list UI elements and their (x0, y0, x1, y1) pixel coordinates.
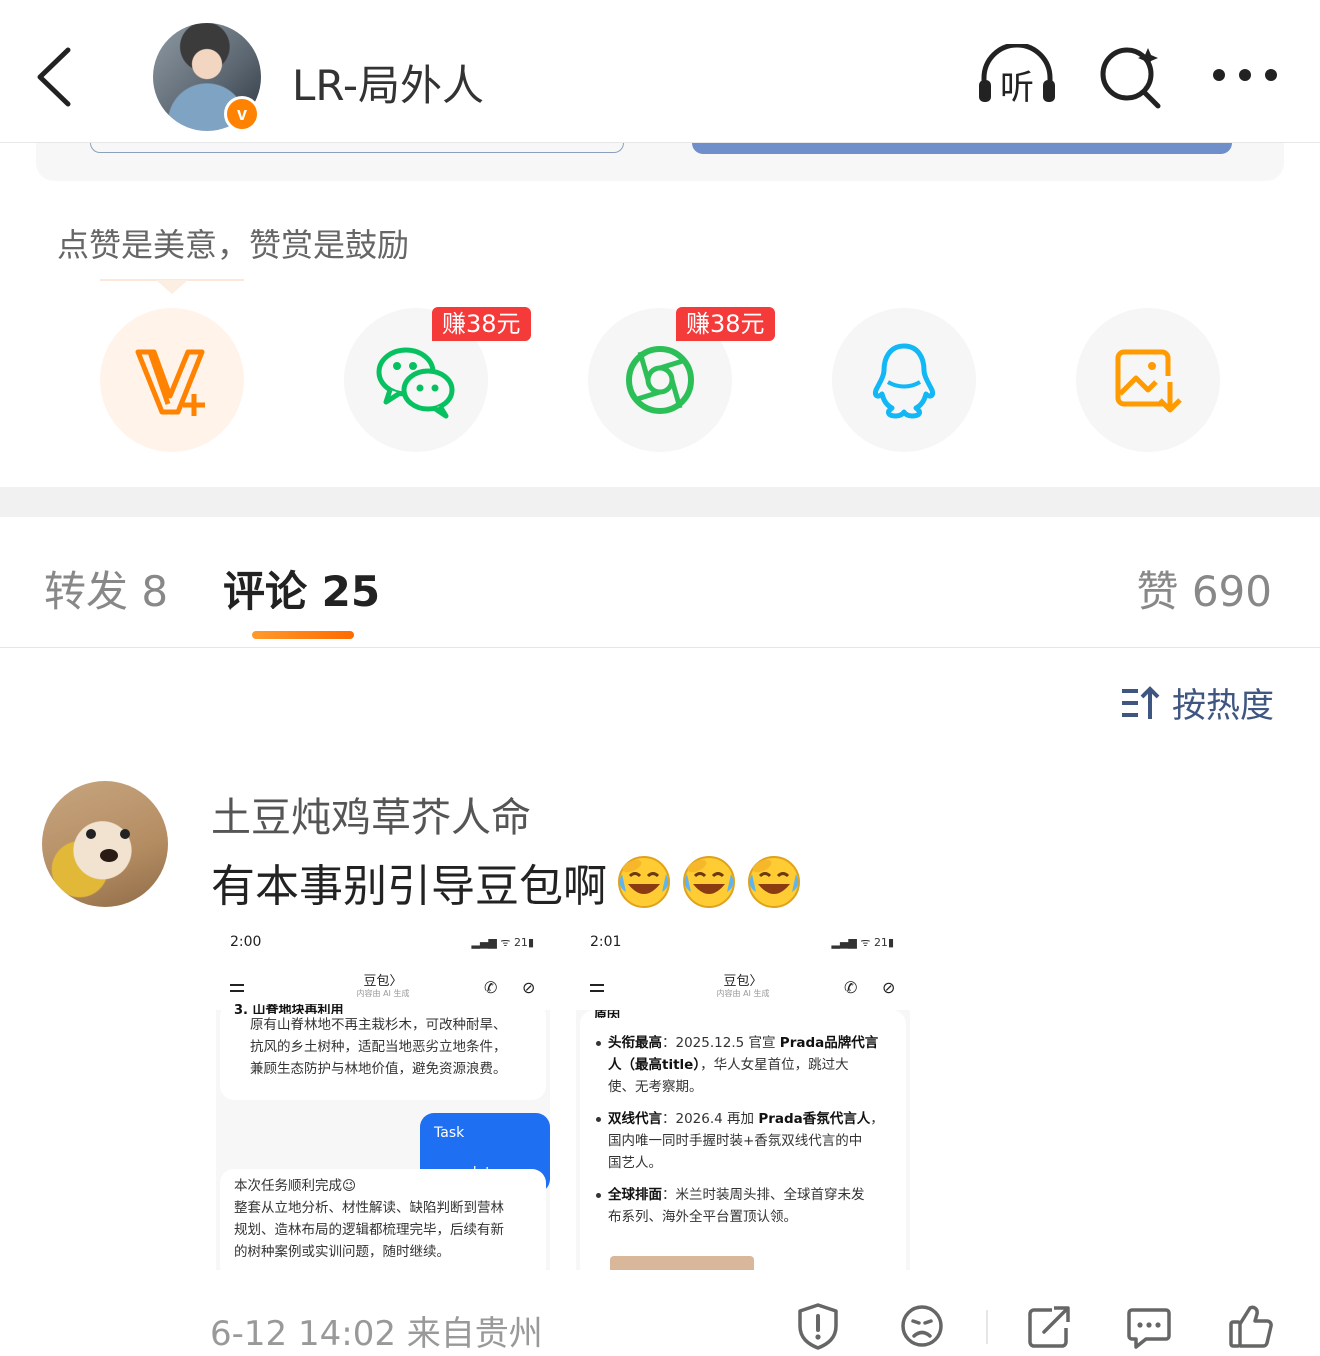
more-icon[interactable] (1210, 66, 1280, 84)
image-thumbnail (610, 1256, 754, 1270)
status-time: 2:01 (590, 934, 622, 950)
sort-label: 按热度 (1172, 686, 1274, 726)
tab-comment[interactable]: 评论 25 (223, 558, 380, 619)
tip-pointer (156, 280, 188, 294)
action-separator (986, 1310, 988, 1344)
save-image-icon (1115, 349, 1182, 413)
status-time: 2:00 (230, 934, 262, 950)
back-arrow-icon[interactable] (28, 40, 88, 114)
qq-icon (873, 343, 935, 419)
earn-badge: 赚38元 (676, 307, 775, 341)
wechat-icon (376, 347, 455, 419)
dislike-face-icon[interactable] (900, 1302, 944, 1350)
phone-icon: ✆ (844, 978, 858, 997)
comment-meta: 6-12 14:02 来自贵州 (210, 1314, 543, 1354)
commenter-name[interactable]: 土豆炖鸡草芥人命 (211, 785, 531, 843)
card-button-outline[interactable] (90, 143, 624, 153)
ai-generated-note: 内容由 AI 生成 (716, 989, 770, 998)
card-button-filled[interactable] (692, 143, 1232, 154)
tab-like[interactable]: 赞 690 (1136, 558, 1272, 619)
doubao-title: 豆包〉 (723, 974, 763, 989)
svg-text:听: 听 (1000, 68, 1034, 106)
status-battery: ▂▄▆ ᯤ 21▮ (471, 936, 534, 949)
status-battery: ▂▄▆ ᯤ 21▮ (831, 936, 894, 949)
save-image-button[interactable] (1076, 308, 1220, 452)
sort-by-heat-button[interactable]: 按热度 (1120, 678, 1274, 727)
sort-icon (1122, 685, 1160, 719)
laugh-cry-icon (618, 856, 670, 908)
tab-repost[interactable]: 转发 8 (44, 558, 168, 619)
comment-image-1[interactable]: 2:00 ▂▄▆ ᯤ 21▮ 豆包〉 内容由 AI 生成 ✆ ⊘ 3. 山脊地块… (216, 926, 550, 1270)
vplus-icon (135, 349, 205, 416)
reward-tip: 点赞是美意，赞赏是鼓励 (57, 226, 410, 264)
section-divider (0, 487, 1320, 517)
ai-message: 3. 山脊地块再利用 原有山脊林地不再主栽杉木，可改种耐旱、 抗风的乡土树种，适… (220, 1002, 546, 1100)
author-name[interactable]: LR-局外人 (292, 52, 484, 113)
laugh-cry-icon (683, 856, 735, 908)
active-tab-indicator (252, 631, 354, 639)
top-bar: v LR-局外人 听 (0, 0, 1320, 143)
comment-text: 有本事别引导豆包啊 (211, 850, 802, 914)
doubao-title: 豆包〉 (363, 974, 403, 989)
share-vplus-button[interactable] (100, 308, 244, 452)
ai-message: 本次任务顺利完成😉 整套从立地分析、材性解读、缺陷判断到营林 规划、造林布局的逻… (220, 1169, 546, 1270)
tabs-divider (0, 647, 1320, 648)
like-thumb-icon[interactable] (1228, 1302, 1274, 1350)
verified-badge: v (224, 96, 260, 132)
doubao-nav-bar: 豆包〉 内容由 AI 生成 ✆ ⊘ (576, 966, 910, 1010)
comment-body: 有本事别引导豆包啊 (211, 861, 607, 912)
headphones-listen-icon[interactable]: 听 (976, 44, 1058, 106)
search-icon[interactable] (1098, 44, 1164, 110)
ai-message: 原因 头衔最高：2025.12.5 官宣 Prada品牌代言 人（最高title）… (580, 1010, 906, 1270)
mute-icon: ⊘ (882, 978, 896, 997)
phone-icon: ✆ (484, 978, 498, 997)
share-icon[interactable] (1026, 1302, 1070, 1350)
laugh-cry-icon (748, 856, 800, 908)
mute-icon: ⊘ (522, 978, 536, 997)
share-qq-button[interactable] (832, 308, 976, 452)
comment-image-2[interactable]: 2:01 ▂▄▆ ᯤ 21▮ 豆包〉 内容由 AI 生成 ✆ ⊘ 原因 头衔最高… (576, 926, 910, 1270)
commenter-avatar[interactable] (42, 781, 168, 907)
report-icon[interactable] (796, 1302, 840, 1350)
moments-icon (626, 346, 694, 414)
ai-generated-note: 内容由 AI 生成 (356, 989, 410, 998)
earn-badge: 赚38元 (432, 307, 531, 341)
comment-icon[interactable] (1126, 1302, 1172, 1350)
